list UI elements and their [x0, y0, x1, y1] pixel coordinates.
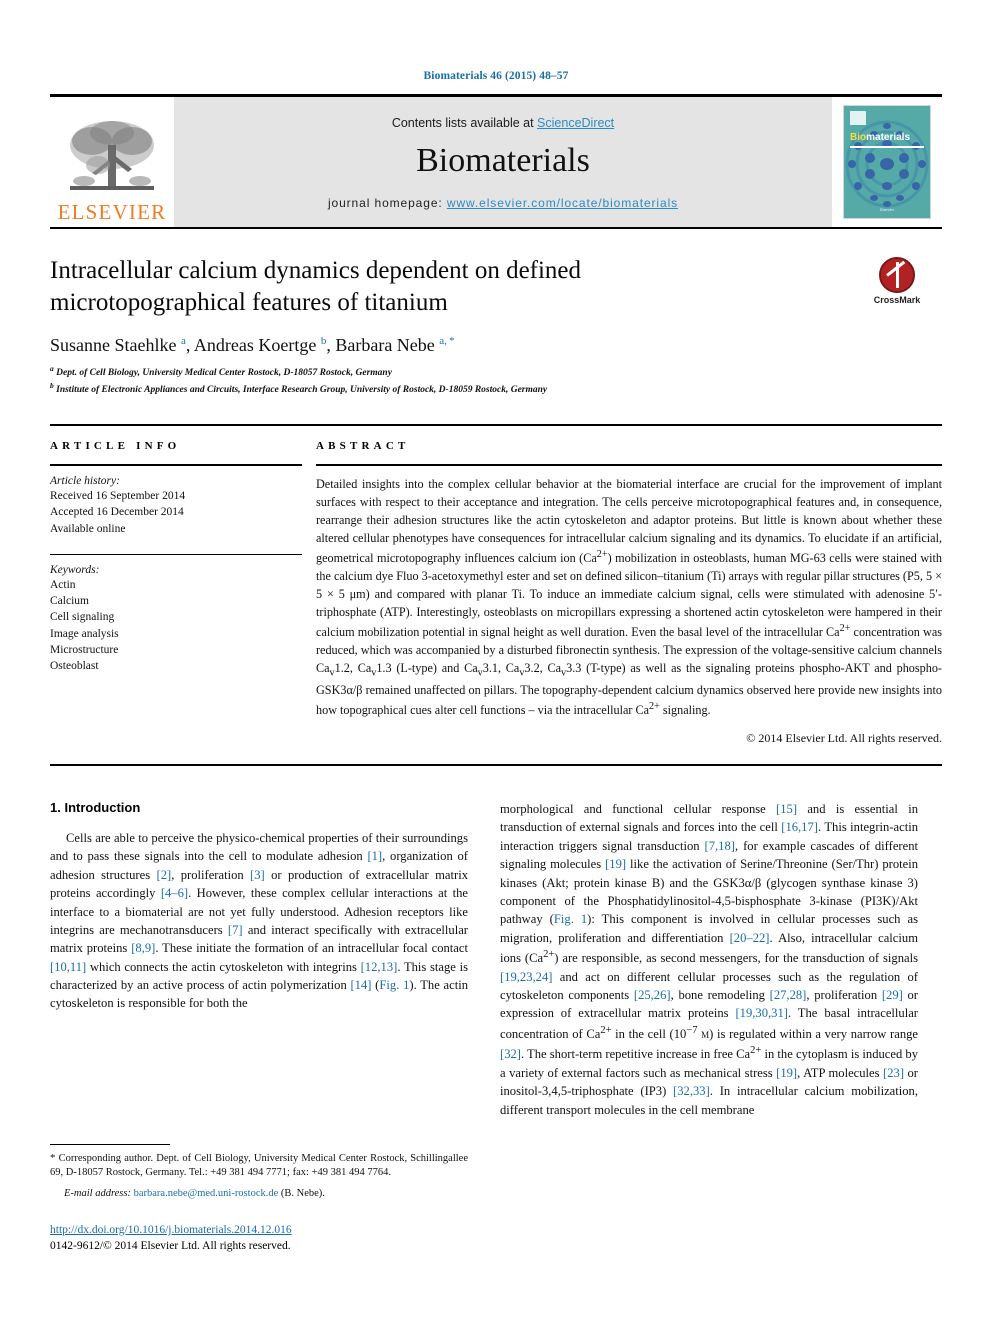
- crossmark-icon: [879, 257, 915, 293]
- keyword-item: Actin: [50, 578, 76, 591]
- footnote-zone: * Corresponding author. Dept. of Cell Bi…: [50, 1143, 468, 1255]
- doi-block: http://dx.doi.org/10.1016/j.biomaterials…: [50, 1222, 468, 1255]
- body-columns: 1. Introduction Cells are able to percei…: [50, 800, 942, 1255]
- keywords-label: Keywords:: [50, 563, 100, 576]
- cover-title-bold: Bio: [850, 132, 867, 143]
- journal-title: Biomaterials: [416, 142, 590, 179]
- keyword-item: Microstructure: [50, 644, 119, 657]
- history-item: Available online: [50, 522, 126, 535]
- keyword-item: Image analysis: [50, 627, 119, 640]
- elsevier-logo: ELSEVIER: [50, 97, 174, 227]
- intro-paragraph-left: Cells are able to perceive the physico-c…: [50, 831, 469, 1011]
- article-info-heading: ARTICLE INFO: [50, 439, 181, 452]
- affiliation-marker-a: a: [50, 364, 54, 373]
- crossmark-badge[interactable]: CrossMark: [852, 257, 942, 305]
- body-column-right: morphological and functional cellular re…: [500, 800, 918, 1255]
- history-item: Received 16 September 2014: [50, 489, 186, 502]
- affiliation-b-text: Institute of Electronic Appliances and C…: [56, 385, 548, 396]
- intro-paragraph-right: morphological and functional cellular re…: [500, 802, 919, 1117]
- abstract-rule-top: [316, 463, 942, 466]
- issn-copyright-line: 0142-9612/© 2014 Elsevier Ltd. All right…: [50, 1240, 291, 1253]
- affiliation-a-text: Dept. of Cell Biology, University Medica…: [56, 368, 392, 379]
- email-link[interactable]: barbara.nebe@med.uni-rostock.de: [134, 1188, 279, 1199]
- doi-link[interactable]: http://dx.doi.org/10.1016/j.biomaterials…: [50, 1224, 292, 1236]
- keywords-rule: [50, 553, 302, 555]
- contents-available-line: Contents lists available at ScienceDirec…: [392, 116, 614, 130]
- cover-title-rest: materials: [866, 132, 911, 143]
- journal-homepage-link[interactable]: www.elsevier.com/locate/biomaterials: [447, 196, 678, 210]
- crossmark-label: CrossMark: [873, 295, 921, 305]
- abstract-copyright: © 2014 Elsevier Ltd. All rights reserved…: [746, 731, 942, 746]
- article-info-rule-top: [50, 463, 302, 466]
- email-suffix: (B. Nebe).: [280, 1188, 325, 1200]
- contents-prefix: Contents lists available at: [391, 116, 538, 130]
- cover-image: Biomaterials Elsevier: [843, 105, 931, 219]
- abstract-text: Detailed insights into the complex cellu…: [316, 476, 942, 718]
- body-column-left: 1. Introduction Cells are able to percei…: [50, 800, 468, 1255]
- title-block: CrossMark Intracellular calcium dynamics…: [50, 255, 942, 398]
- cover-footer: Elsevier: [879, 207, 895, 212]
- keyword-item: Osteoblast: [50, 660, 99, 673]
- article-page: Biomaterials 46 (2015) 48–57 ELSEVIER Co…: [0, 0, 992, 1323]
- elsevier-wordmark: ELSEVIER: [57, 200, 167, 224]
- cover-title: Biomaterials: [850, 132, 910, 143]
- corresponding-author-note: * Corresponding author. Dept. of Cell Bi…: [50, 1151, 468, 1179]
- keyword-item: Cell signaling: [50, 611, 115, 624]
- history-item: Accepted 16 December 2014: [50, 506, 184, 519]
- journal-masthead: ELSEVIER Contents lists available at Sci…: [50, 94, 942, 229]
- affiliation-marker-b: b: [50, 380, 54, 390]
- running-head: Biomaterials 46 (2015) 48–57: [423, 70, 569, 82]
- homepage-prefix: journal homepage:: [327, 196, 447, 210]
- article-info-column: ARTICLE INFO Article history: Received 1…: [50, 440, 302, 746]
- author-list: Susanne Staehlke a, Andreas Koertge b, B…: [50, 335, 455, 355]
- abstract-column: ABSTRACT Detailed insights into the comp…: [316, 440, 942, 746]
- footnote-rule: [50, 1143, 170, 1145]
- section-heading-introduction: 1. Introduction: [50, 800, 141, 816]
- cover-rule: [850, 146, 924, 148]
- affiliations: a Dept. of Cell Biology, University Medi…: [50, 364, 942, 398]
- article-history-list: Received 16 September 2014 Accepted 16 D…: [50, 488, 302, 537]
- abstract-bottom-rule: [50, 764, 942, 767]
- page-title: Intracellular calcium dynamics dependent…: [50, 257, 582, 316]
- keyword-list: Actin Calcium Cell signaling Image analy…: [50, 577, 302, 675]
- cover-elsevier-mark: [850, 111, 866, 125]
- email-label: E-mail address:: [64, 1188, 131, 1200]
- journal-cover-thumbnail: Biomaterials Elsevier: [832, 97, 942, 227]
- article-history-label: Article history:: [50, 474, 120, 487]
- masthead-center: Contents lists available at ScienceDirec…: [174, 97, 832, 227]
- affiliation-b: b Institute of Electronic Appliances and…: [50, 381, 942, 398]
- elsevier-tree-icon: [64, 115, 160, 201]
- journal-homepage-line: journal homepage: www.elsevier.com/locat…: [328, 196, 678, 210]
- info-abstract-region: ARTICLE INFO Article history: Received 1…: [50, 423, 942, 746]
- email-note: E-mail address: barbara.nebe@med.uni-ros…: [50, 1187, 468, 1202]
- abstract-heading: ABSTRACT: [316, 439, 410, 452]
- keyword-item: Calcium: [50, 595, 89, 608]
- sciencedirect-link[interactable]: ScienceDirect: [537, 116, 614, 130]
- affiliation-a: a Dept. of Cell Biology, University Medi…: [50, 364, 942, 381]
